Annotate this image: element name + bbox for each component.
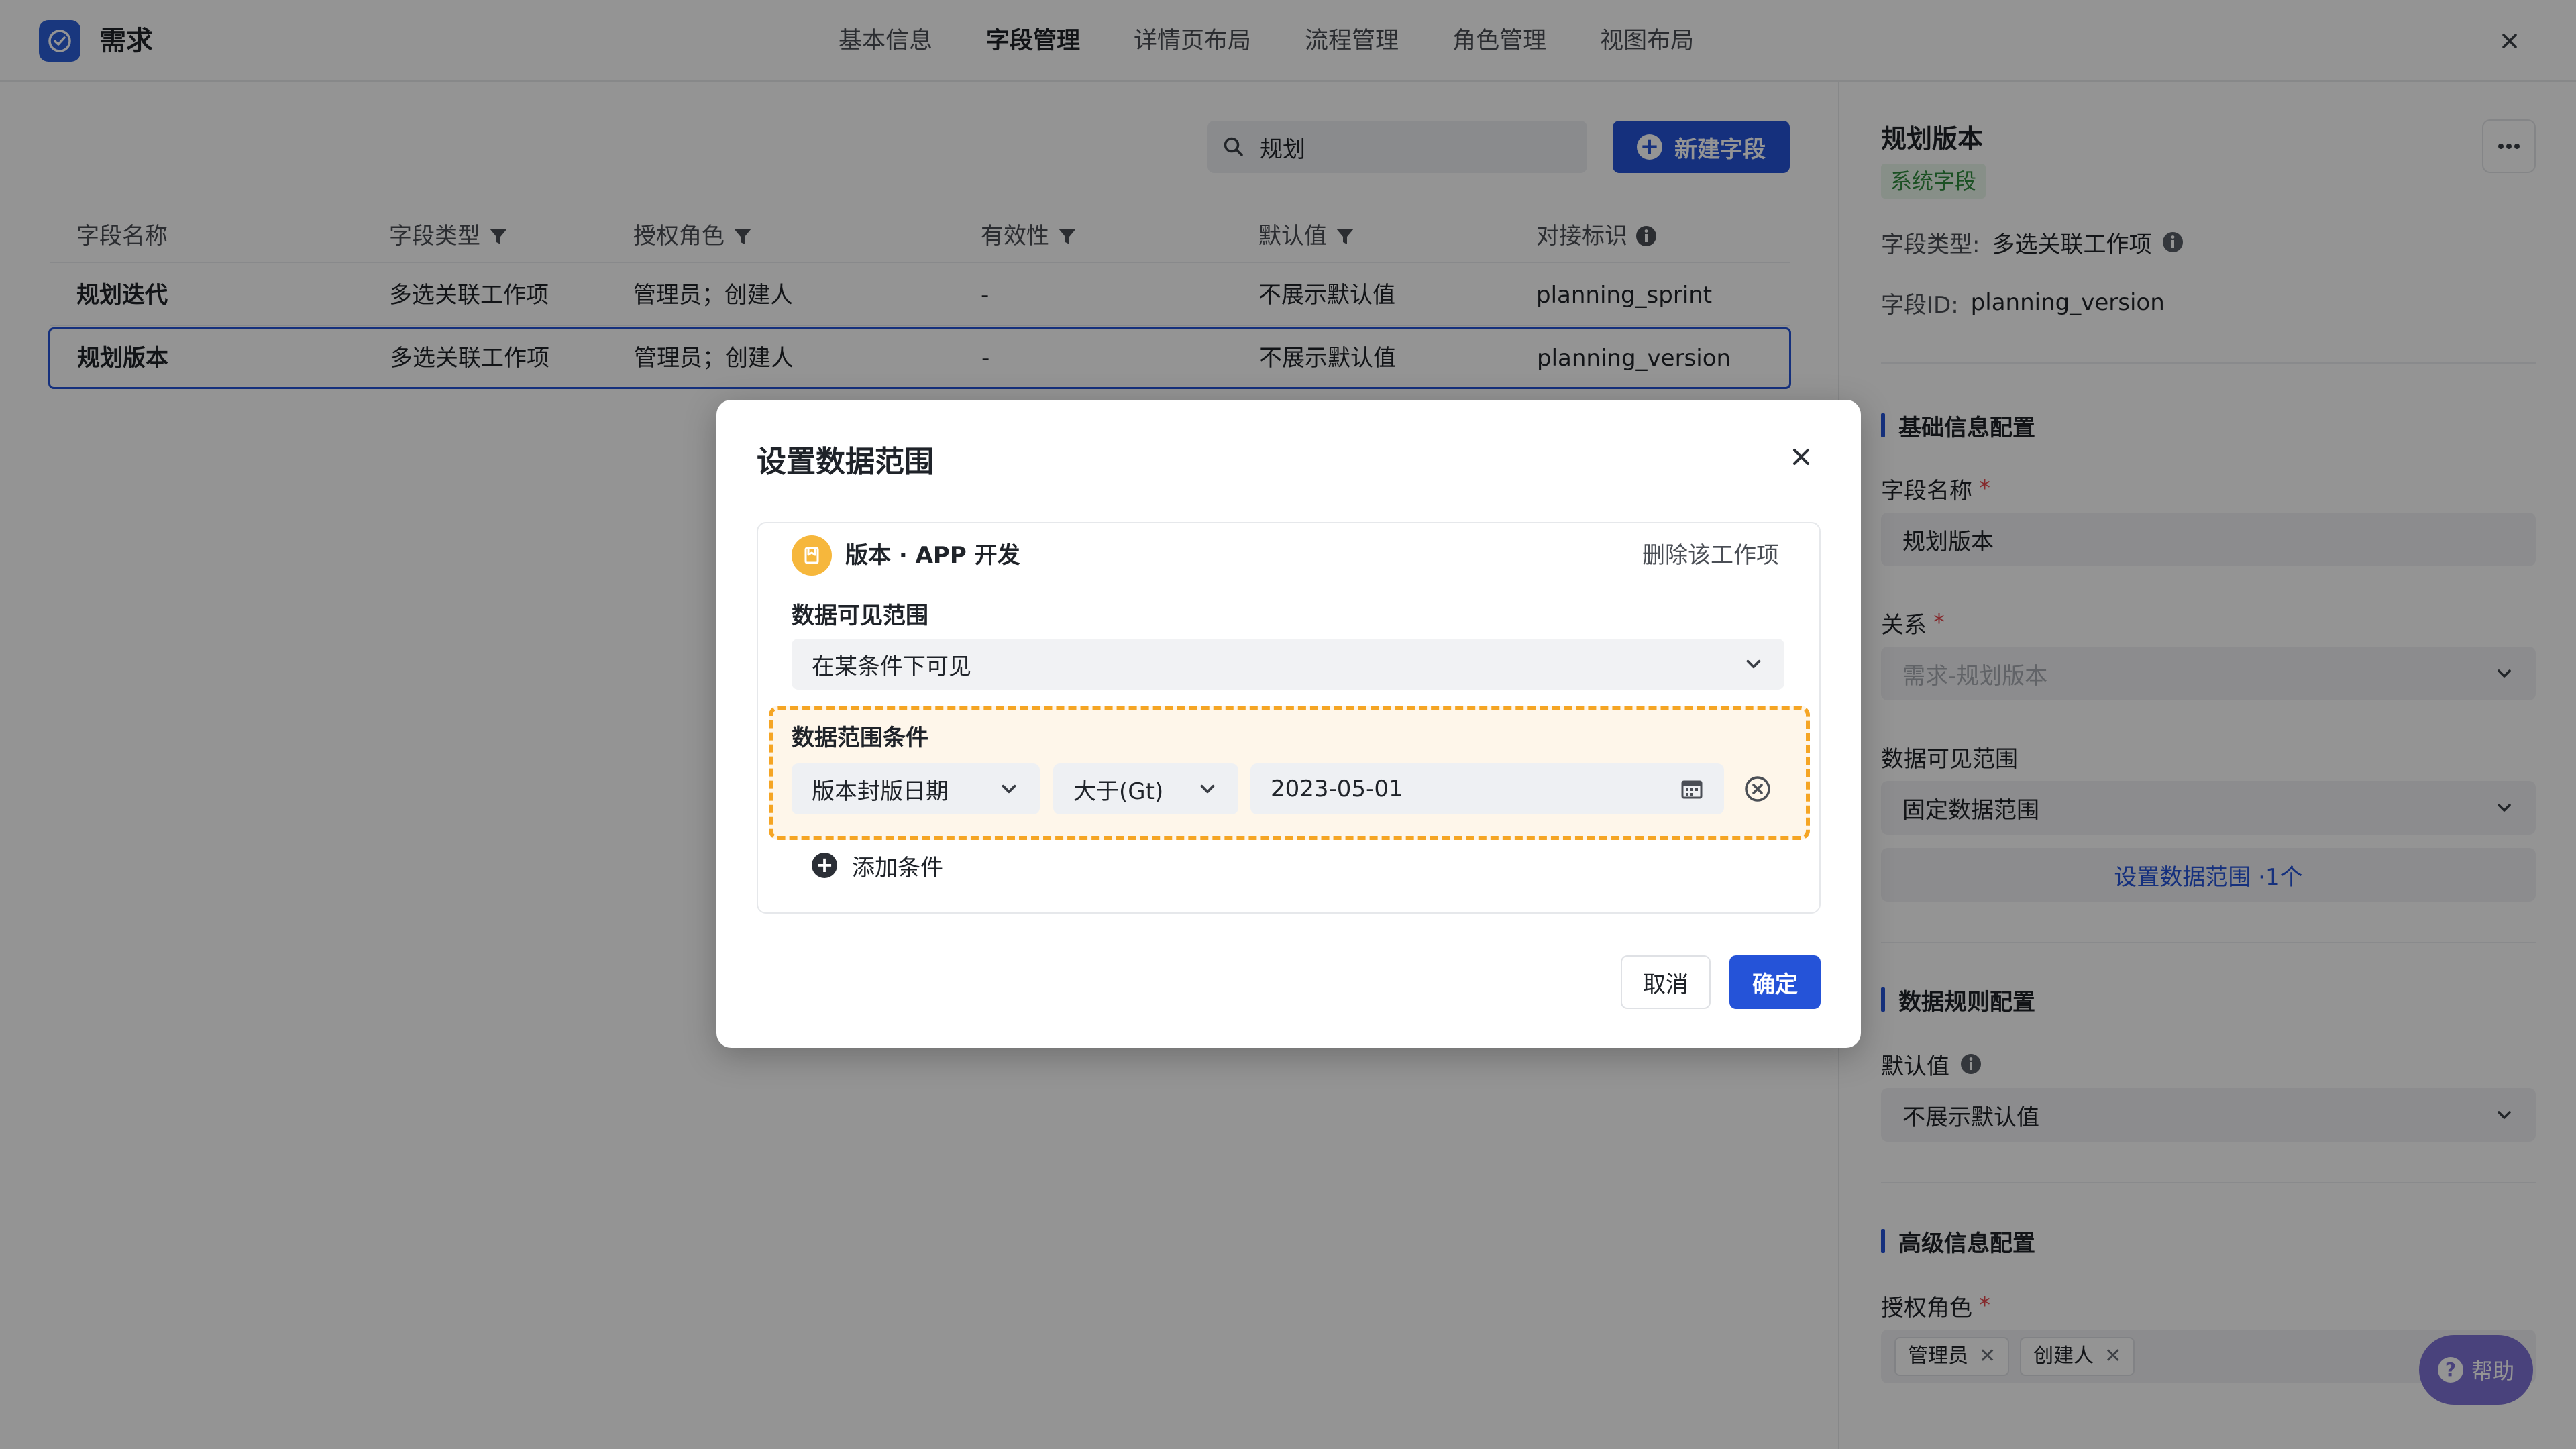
dialog-title: 设置数据范围 [757, 445, 934, 479]
version-icon [792, 535, 832, 576]
condition-label: 数据范围条件 [792, 724, 928, 751]
work-item-name: 版本 · APP 开发 [845, 542, 1020, 569]
chevron-down-icon [1200, 784, 1215, 794]
close-icon[interactable] [1784, 440, 1818, 474]
remove-condition-button[interactable] [1741, 773, 1774, 805]
close-circle-icon [1745, 776, 1770, 802]
condition-field-select[interactable]: 版本封版日期 [792, 763, 1040, 814]
chevron-down-icon [1002, 784, 1016, 794]
condition-date-input[interactable]: 2023-05-01 [1250, 763, 1724, 814]
delete-work-item-link[interactable]: 删除该工作项 [1642, 535, 1779, 576]
plus-circle-icon: + [812, 853, 837, 878]
cancel-button[interactable]: 取消 [1621, 955, 1711, 1009]
add-condition-label: 添加条件 [852, 854, 943, 881]
calendar-icon[interactable] [1680, 777, 1704, 801]
condition-operator-select[interactable]: 大于(Gt) [1053, 763, 1238, 814]
visible-range-label: 数据可见范围 [792, 602, 928, 629]
confirm-button[interactable]: 确定 [1729, 955, 1821, 1009]
visible-range-select[interactable]: 在某条件下可见 [792, 639, 1784, 690]
chevron-down-icon [1746, 659, 1761, 669]
add-condition-button[interactable]: + 添加条件 [812, 847, 943, 884]
